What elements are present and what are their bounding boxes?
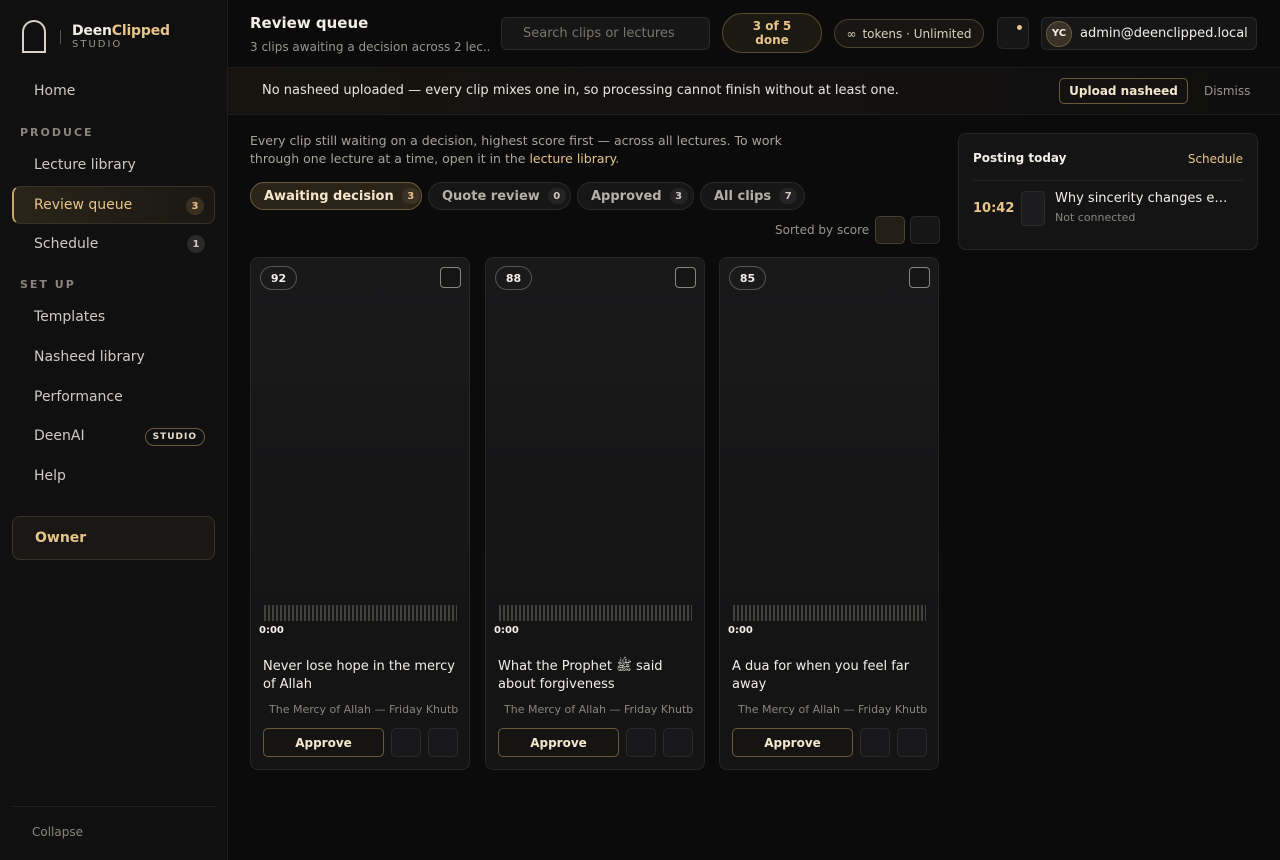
progress-pill[interactable]: 3 of 5 done xyxy=(722,13,822,53)
clip-timestamp: 0:00 xyxy=(494,625,519,636)
sidebar-item-deenai[interactable]: DeenAI STUDIO xyxy=(12,417,215,455)
sidebar-item-help[interactable]: Help xyxy=(12,457,215,495)
sidebar-item-templates[interactable]: Templates xyxy=(12,298,215,336)
waveform-icon[interactable] xyxy=(499,605,692,621)
logo-divider xyxy=(60,29,61,44)
tab-count: 7 xyxy=(779,188,798,204)
nasheed-warning-banner: No nasheed uploaded — every clip mixes o… xyxy=(228,68,1280,115)
select-checkbox[interactable] xyxy=(675,267,696,288)
sort-label: Sorted by score xyxy=(775,223,870,237)
select-checkbox[interactable] xyxy=(909,267,930,288)
search-input[interactable] xyxy=(501,17,710,50)
sidebar-item-home[interactable]: Home xyxy=(12,72,215,110)
tab-approved[interactable]: Approved 3 xyxy=(577,182,694,210)
clip-preview[interactable] xyxy=(251,258,469,647)
post-thumbnail[interactable] xyxy=(1021,191,1045,226)
approve-button[interactable]: Approve xyxy=(263,728,384,757)
tab-quote-review[interactable]: Quote review 0 xyxy=(428,182,571,210)
account-menu[interactable]: YC admin@deenclipped.local xyxy=(1041,17,1257,50)
dismiss-banner-button[interactable]: Dismiss xyxy=(1204,84,1250,98)
tab-awaiting-decision[interactable]: Awaiting decision 3 xyxy=(250,182,422,210)
clip-timestamp: 0:00 xyxy=(728,625,753,636)
post-status: Not connected xyxy=(1055,211,1136,224)
posting-today-panel: Posting today Schedule 10:42 Why sinceri… xyxy=(958,133,1258,250)
waveform-icon[interactable] xyxy=(264,605,457,621)
schedule-link[interactable]: Schedule xyxy=(1188,152,1243,166)
post-title[interactable]: Why sincerity changes eve... xyxy=(1055,191,1235,206)
tab-count: 3 xyxy=(401,188,420,204)
clip-title: A dua for when you feel far away xyxy=(732,659,910,692)
schedule-count-badge: 1 xyxy=(187,235,205,253)
grid-view-button[interactable] xyxy=(875,216,905,244)
select-checkbox[interactable] xyxy=(440,267,461,288)
approve-button[interactable]: Approve xyxy=(498,728,619,757)
clip-preview[interactable] xyxy=(486,258,704,647)
section-produce: PRODUCE xyxy=(20,126,94,139)
owner-role-button[interactable]: Owner xyxy=(12,516,215,560)
section-setup: SET UP xyxy=(20,278,76,291)
sidebar-item-lecture-library[interactable]: Lecture library xyxy=(12,146,215,184)
collapse-sidebar-button[interactable]: Collapse xyxy=(32,825,83,839)
sidebar-divider xyxy=(12,806,215,807)
clip-timestamp: 0:00 xyxy=(259,625,284,636)
score-badge: 92 xyxy=(260,266,297,290)
clip-title: What the Prophet ﷺ said about forgivenes… xyxy=(498,659,663,692)
studio-badge: STUDIO xyxy=(144,428,205,446)
clip-source: The Mercy of Allah — Friday Khutb xyxy=(738,703,928,716)
approve-button[interactable]: Approve xyxy=(732,728,853,757)
reject-button[interactable] xyxy=(663,728,693,757)
brand-sub: STUDIO xyxy=(72,38,123,50)
sidebar-item-performance[interactable]: Performance xyxy=(12,378,215,416)
tab-count: 0 xyxy=(547,188,566,204)
lecture-library-link[interactable]: lecture library xyxy=(529,151,615,166)
upload-nasheed-button[interactable]: Upload nasheed xyxy=(1059,78,1188,104)
account-email: admin@deenclipped.local xyxy=(1080,26,1248,41)
top-header: Review queue 3 clips awaiting a decision… xyxy=(228,0,1280,68)
sidebar-item-review-queue[interactable]: Review queue 3 xyxy=(12,186,215,224)
reject-button[interactable] xyxy=(897,728,927,757)
score-badge: 88 xyxy=(495,266,532,290)
page-title: Review queue xyxy=(250,14,369,32)
avatar: YC xyxy=(1046,20,1072,47)
sidebar: DeenClipped STUDIO Home PRODUCE Lecture … xyxy=(0,0,228,860)
brand-name: DeenClipped xyxy=(72,22,170,39)
sidebar-item-nasheed-library[interactable]: Nasheed library xyxy=(12,338,215,376)
clip-preview[interactable] xyxy=(720,258,938,647)
edit-button[interactable] xyxy=(860,728,890,757)
waveform-icon[interactable] xyxy=(733,605,926,621)
page-subtitle: 3 clips awaiting a decision across 2 lec… xyxy=(250,40,490,54)
edit-button[interactable] xyxy=(391,728,421,757)
arch-logo-icon xyxy=(22,20,46,53)
clip-card[interactable]: 92 0:00 Never lose hope in the mercy of … xyxy=(250,257,470,770)
tokens-pill[interactable]: ∞ tokens · Unlimited xyxy=(834,19,984,48)
notifications-button[interactable] xyxy=(997,17,1029,49)
post-time: 10:42 xyxy=(973,201,1015,216)
queue-description: Every clip still waiting on a decision, … xyxy=(250,133,782,166)
clip-title: Never lose hope in the mercy of Allah xyxy=(263,659,455,692)
sidebar-item-schedule[interactable]: Schedule 1 xyxy=(12,225,215,263)
reject-button[interactable] xyxy=(428,728,458,757)
edit-button[interactable] xyxy=(626,728,656,757)
banner-message: No nasheed uploaded — every clip mixes o… xyxy=(262,83,899,98)
clip-card[interactable]: 85 0:00 A dua for when you feel far away… xyxy=(719,257,939,770)
list-view-button[interactable] xyxy=(910,216,940,244)
clip-source: The Mercy of Allah — Friday Khutb xyxy=(504,703,694,716)
tab-count: 3 xyxy=(669,188,688,204)
brand-logo[interactable]: DeenClipped STUDIO xyxy=(22,20,170,53)
clip-source: The Mercy of Allah — Friday Khutb xyxy=(269,703,459,716)
tab-all-clips[interactable]: All clips 7 xyxy=(700,182,805,210)
posting-today-title: Posting today xyxy=(973,151,1067,165)
clip-card[interactable]: 88 0:00 What the Prophet ﷺ said about fo… xyxy=(485,257,705,770)
score-badge: 85 xyxy=(729,266,766,290)
infinity-icon: ∞ xyxy=(846,26,857,41)
review-queue-count-badge: 3 xyxy=(186,197,204,215)
panel-divider xyxy=(973,180,1243,181)
notification-dot-icon xyxy=(1017,25,1022,30)
